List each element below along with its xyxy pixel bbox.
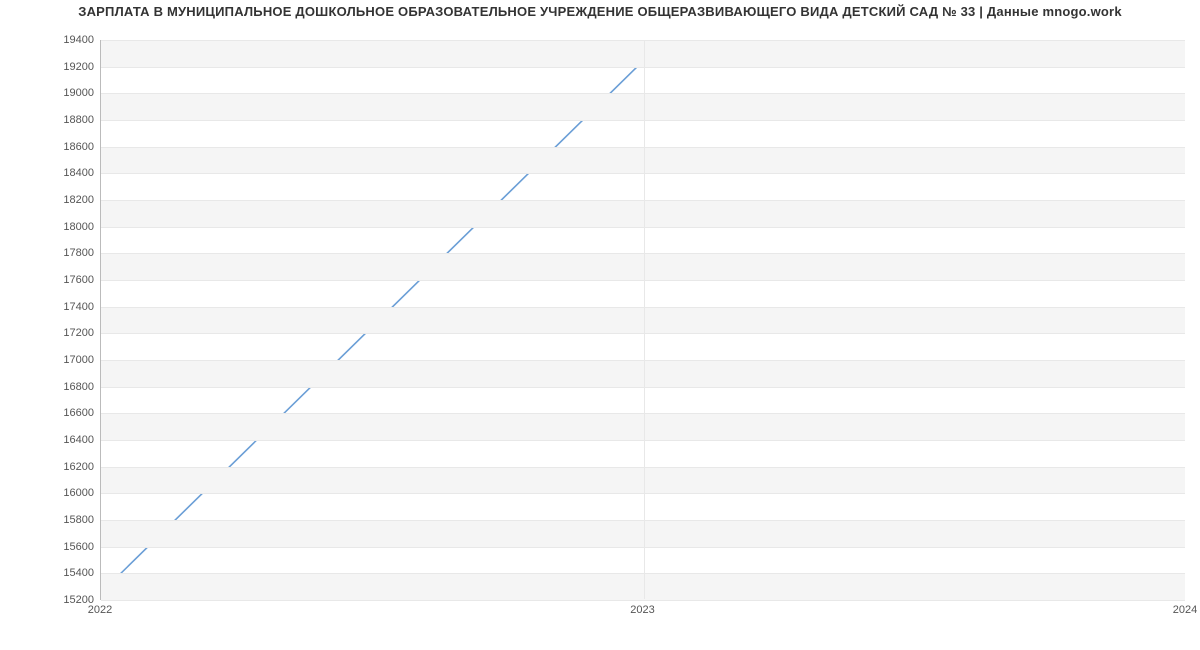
y-tick-label: 17800 (34, 247, 94, 259)
y-tick-label: 19400 (34, 34, 94, 46)
y-tick-label: 16600 (34, 407, 94, 419)
y-tick-label: 17400 (34, 301, 94, 313)
y-tick-label: 17200 (34, 327, 94, 339)
x-tick-label: 2024 (1173, 604, 1197, 616)
y-tick-label: 19000 (34, 87, 94, 99)
y-tick-label: 16400 (34, 434, 94, 446)
y-tick-label: 15200 (34, 594, 94, 606)
y-tick-label: 18200 (34, 194, 94, 206)
chart-container: ЗАРПЛАТА В МУНИЦИПАЛЬНОЕ ДОШКОЛЬНОЕ ОБРА… (0, 0, 1200, 650)
y-tick-label: 18600 (34, 141, 94, 153)
y-tick-label: 17000 (34, 354, 94, 366)
y-tick-label: 15400 (34, 567, 94, 579)
chart-title: ЗАРПЛАТА В МУНИЦИПАЛЬНОЕ ДОШКОЛЬНОЕ ОБРА… (0, 4, 1200, 19)
y-tick-label: 15800 (34, 514, 94, 526)
y-tick-label: 16200 (34, 461, 94, 473)
y-tick-label: 18400 (34, 167, 94, 179)
gridline-horizontal (101, 600, 1185, 601)
y-tick-label: 16800 (34, 381, 94, 393)
y-tick-label: 19200 (34, 61, 94, 73)
plot-area (100, 40, 1185, 600)
y-tick-label: 18000 (34, 221, 94, 233)
y-tick-label: 18800 (34, 114, 94, 126)
gridline-vertical (644, 40, 645, 599)
y-tick-label: 15600 (34, 541, 94, 553)
x-tick-label: 2022 (88, 604, 112, 616)
y-tick-label: 16000 (34, 487, 94, 499)
x-tick-label: 2023 (630, 604, 654, 616)
y-tick-label: 17600 (34, 274, 94, 286)
